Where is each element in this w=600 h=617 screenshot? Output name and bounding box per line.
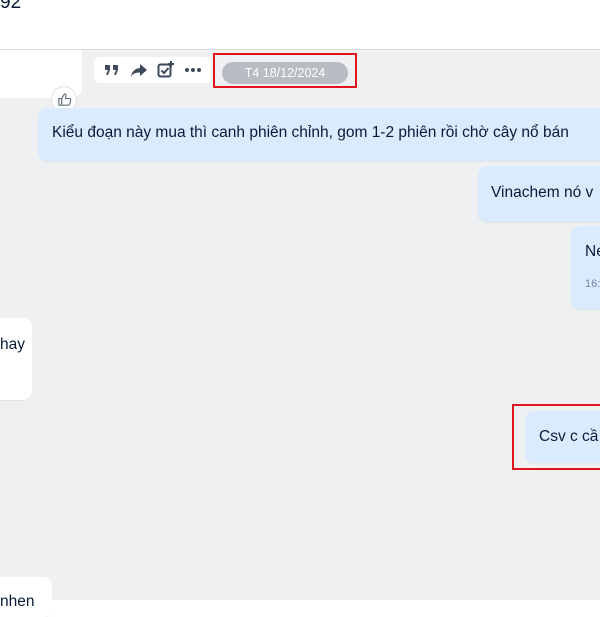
message-text: nhen	[0, 593, 35, 610]
message-text: hay	[0, 336, 25, 353]
message-bubble[interactable]: Ne 16:	[571, 226, 600, 309]
date-highlight-box	[213, 53, 357, 88]
more-options-icon[interactable]	[183, 60, 203, 80]
message-actions-toolbar	[94, 57, 211, 83]
chat-title-fragment: 92	[0, 0, 22, 13]
message-text: Vinachem nó v	[491, 184, 594, 201]
add-task-icon[interactable]	[156, 60, 176, 80]
message-text: Kiểu đoạn này mua thì canh phiên chỉnh, …	[52, 124, 569, 141]
message-text: Ne	[585, 243, 600, 260]
thumbs-up-icon	[57, 92, 71, 106]
message-bubble-incoming[interactable]: hay	[0, 318, 32, 400]
message-highlight-box	[512, 404, 600, 470]
message-bubble[interactable]: Vinachem nó v	[478, 166, 600, 222]
forward-icon[interactable]	[129, 60, 149, 80]
message-bubble-incoming[interactable]: nhen	[0, 577, 52, 617]
quote-icon[interactable]	[102, 60, 122, 80]
message-bubble[interactable]: Kiểu đoạn này mua thì canh phiên chỉnh, …	[38, 108, 600, 161]
message-timestamp: 16:	[585, 278, 600, 290]
chat-header: 92	[0, 0, 600, 50]
